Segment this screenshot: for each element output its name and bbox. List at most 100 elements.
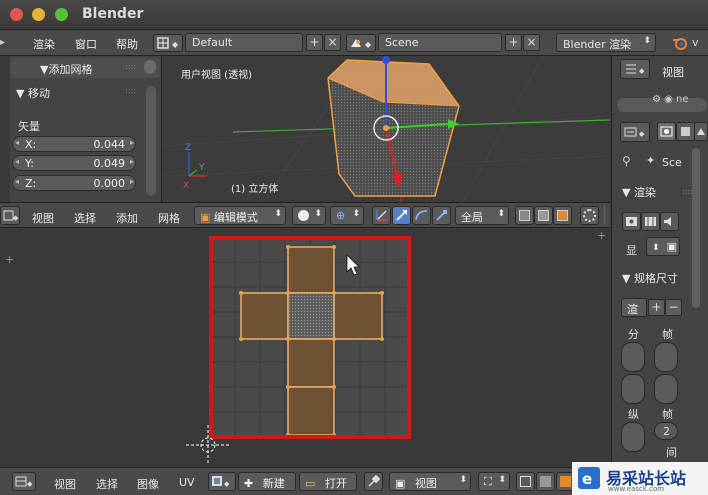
remove-layout-button[interactable]: × xyxy=(324,34,341,51)
uv-canvas[interactable] xyxy=(0,229,610,467)
drag-handle-icon: :::: xyxy=(125,86,136,95)
scene-field[interactable]: Scene xyxy=(378,33,502,52)
resolution-x-field[interactable] xyxy=(621,342,645,372)
editor-type-button[interactable]: ◆ xyxy=(0,206,20,225)
close-window-button[interactable] xyxy=(10,8,23,21)
svg-text:◆: ◆ xyxy=(365,40,372,49)
panel-scrollbar[interactable] xyxy=(146,86,156,196)
editor-type-button[interactable]: ◆ xyxy=(12,472,36,491)
vector-z-label: Z: xyxy=(25,177,37,190)
uv-menu-uv[interactable]: UV xyxy=(179,476,195,489)
vector-z-value: 0.000 xyxy=(93,177,126,190)
render-image-icon[interactable] xyxy=(622,212,641,231)
uv-menu-select[interactable]: 选择 xyxy=(96,476,118,492)
uv-menu-view[interactable]: 视图 xyxy=(54,476,76,492)
editor-type-icon[interactable]: ▸ xyxy=(0,37,10,49)
scrollbar-knob[interactable] xyxy=(144,60,156,74)
display-dropdown[interactable]: ⬍ ▣ xyxy=(646,237,680,256)
face-select-icon[interactable] xyxy=(553,206,572,225)
add-preset-button[interactable]: + xyxy=(648,299,665,316)
view-mode-dropdown[interactable]: ▣ 视图 ⬍ xyxy=(389,472,471,491)
render-panel-header[interactable]: ▼ 渲染 xyxy=(622,184,656,200)
edit-mode-icon: ▣ xyxy=(200,211,211,224)
new-image-button[interactable]: ✚ 新建 xyxy=(238,472,296,491)
move-panel-header[interactable]: ▼ 移动 :::: xyxy=(10,82,142,102)
manipulator-toggle-icon[interactable] xyxy=(372,206,391,225)
screen-layout-name: Default xyxy=(192,36,233,49)
uv-menu-image[interactable]: 图像 xyxy=(137,476,159,492)
pin-icon[interactable]: ⚲ xyxy=(622,154,631,168)
add-layout-button[interactable]: + xyxy=(306,34,323,51)
render-tab-icon[interactable] xyxy=(657,122,676,141)
minimize-window-button[interactable] xyxy=(32,8,45,21)
transform-orientation-dropdown[interactable]: 全局 ⬍ xyxy=(455,206,509,225)
move-title: ▼ 移动 xyxy=(16,87,50,100)
outliner-view-menu[interactable]: 视图 xyxy=(662,64,684,80)
svg-text:◆: ◆ xyxy=(639,67,645,75)
dimensions-panel-header[interactable]: ▼ 规格尺寸 xyxy=(622,270,678,286)
vector-x-field[interactable]: ◂ X: 0.044 ▸ xyxy=(12,136,136,152)
menu-render[interactable]: 渲染 xyxy=(33,36,55,52)
uv-vertex-select-icon[interactable] xyxy=(536,472,555,491)
pivot-dropdown[interactable]: ⛶ ⬍ xyxy=(478,472,510,491)
menu-view[interactable]: 视图 xyxy=(32,210,54,226)
outliner-editor-icon[interactable]: ◆ xyxy=(620,59,650,79)
screen-layout-field[interactable]: Default xyxy=(185,33,303,52)
image-browse-icon[interactable]: ◆ xyxy=(208,472,236,491)
translate-manipulator-icon[interactable] xyxy=(392,206,411,225)
menu-help[interactable]: 帮助 xyxy=(116,36,138,52)
properties-editor: ◆ 视图 ⚙ ◉ ne ◆ ⚲ ✦ Sce ▼ 渲染 :::: 显 ⬍ ▣ ▼ … xyxy=(611,56,708,495)
scene-icon[interactable]: ◆ xyxy=(346,34,376,52)
properties-scrollbar[interactable] xyxy=(692,148,700,308)
maximize-window-button[interactable] xyxy=(55,8,68,21)
properties-editor-icon[interactable]: ◆ xyxy=(620,122,650,142)
pivot-point-dropdown[interactable]: ⊕ ⬍ xyxy=(330,206,364,225)
frame-rate-label: 帧 xyxy=(662,408,673,421)
aspect-x-field[interactable] xyxy=(621,422,645,452)
shading-dropdown[interactable]: ⬍ xyxy=(292,206,326,225)
rotate-manipulator-icon[interactable] xyxy=(412,206,431,225)
svg-text:◆: ◆ xyxy=(13,214,19,222)
remove-scene-button[interactable]: × xyxy=(523,34,540,51)
plus-icon: ✚ xyxy=(244,477,254,490)
add-scene-button[interactable]: + xyxy=(505,34,522,51)
panel-drag-strip[interactable] xyxy=(0,56,10,202)
render-engine-dropdown[interactable]: Blender 渲染 ⬍ xyxy=(556,33,656,52)
3d-viewport[interactable]: Z X Y 用户视图 (透视) (1) 立方体 xyxy=(163,56,610,202)
frame-step-field[interactable]: 2 xyxy=(654,422,678,440)
scene-tab-icon[interactable] xyxy=(694,122,708,141)
pin-icon[interactable] xyxy=(364,472,383,491)
blender-logo-icon[interactable] xyxy=(672,35,688,54)
watermark: e 易采站长站 www.easck.com xyxy=(572,462,708,495)
menu-select[interactable]: 选择 xyxy=(74,210,96,226)
sync-selection-icon[interactable] xyxy=(516,472,535,491)
resolution-y-field[interactable] xyxy=(621,374,645,404)
open-image-button[interactable]: ▭ 打开 xyxy=(299,472,357,491)
add-mesh-panel-header[interactable]: ▼添加网格 :::: xyxy=(10,58,160,78)
svg-text:◆: ◆ xyxy=(224,480,230,488)
frame-start-field[interactable] xyxy=(654,342,678,372)
edge-select-icon[interactable] xyxy=(534,206,553,225)
screen-layout-icon[interactable]: ◆ xyxy=(153,34,183,52)
outliner-tree-icon: ⚙ ◉ ne xyxy=(652,94,689,105)
arrow-right-icon: ▸ xyxy=(129,157,134,166)
scale-manipulator-icon[interactable] xyxy=(432,206,451,225)
menu-window[interactable]: 窗口 xyxy=(75,36,97,52)
audio-icon[interactable] xyxy=(660,212,679,231)
render-animation-icon[interactable] xyxy=(641,212,660,231)
vertex-select-icon[interactable] xyxy=(515,206,534,225)
render-preset-dropdown[interactable]: 渲 xyxy=(621,298,647,317)
limit-selection-icon[interactable] xyxy=(580,206,599,225)
vector-y-field[interactable]: ◂ Y: 0.049 ▸ xyxy=(12,155,136,171)
menu-mesh[interactable]: 网格 xyxy=(158,210,180,226)
render-layers-tab-icon[interactable] xyxy=(676,122,695,141)
info-header: ▸ 渲染 窗口 帮助 ◆ Default + × ◆ Scene + × Ble… xyxy=(0,30,708,56)
frame-end-field[interactable] xyxy=(654,374,678,404)
remove-preset-button[interactable]: − xyxy=(665,299,682,316)
mode-dropdown[interactable]: ▣ 编辑模式 ⬍ xyxy=(194,206,286,225)
3d-view-header: ◆ 视图 选择 添加 网格 ▣ 编辑模式 ⬍ ⬍ ⊕ ⬍ 全局 ⬍ xyxy=(0,202,610,228)
uv-image-editor[interactable]: + + xyxy=(0,229,610,467)
vector-z-field[interactable]: ◂ Z: 0.000 ▸ xyxy=(12,175,136,191)
aspect-label: 纵 xyxy=(628,408,639,421)
menu-add[interactable]: 添加 xyxy=(116,210,138,226)
